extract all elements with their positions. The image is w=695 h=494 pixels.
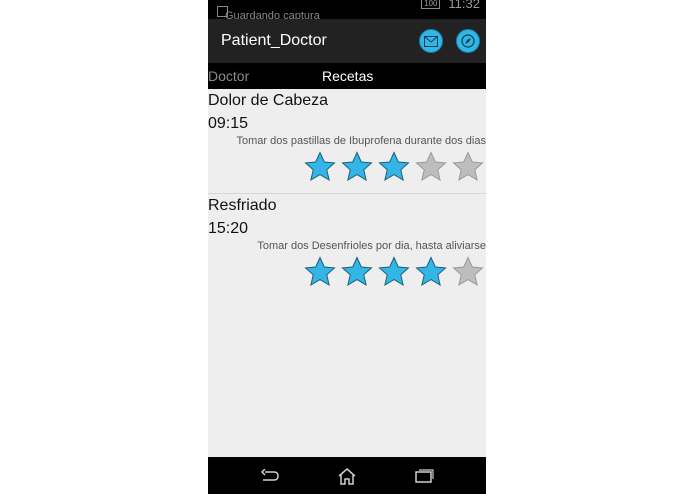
back-icon[interactable] <box>258 465 282 487</box>
status-right: 100 11:32 <box>421 0 480 11</box>
star-empty-icon[interactable] <box>452 256 484 288</box>
tab-doctor[interactable]: Doctor <box>208 68 249 84</box>
rating-bar[interactable] <box>304 256 484 288</box>
star-empty-icon[interactable] <box>452 151 484 183</box>
star-filled-icon[interactable] <box>304 151 336 183</box>
status-bar: Guardando captura 100 11:32 <box>208 0 486 22</box>
tab-bar: Doctor Recetas <box>208 63 486 89</box>
prescription-description: Tomar dos pastillas de Ibuprofena durant… <box>236 135 487 147</box>
star-filled-icon[interactable] <box>341 256 373 288</box>
mail-icon[interactable] <box>419 29 443 53</box>
recent-apps-icon[interactable] <box>412 465 436 487</box>
star-filled-icon[interactable] <box>378 151 410 183</box>
list-item[interactable]: Dolor de Cabeza 09:15 Tomar dos pastilla… <box>208 89 486 193</box>
compass-icon[interactable] <box>456 29 480 53</box>
star-filled-icon[interactable] <box>304 256 336 288</box>
star-filled-icon[interactable] <box>415 256 447 288</box>
navigation-bar <box>208 457 486 494</box>
phone-screen: Guardando captura 100 11:32 Patient_Doct… <box>208 0 486 494</box>
star-filled-icon[interactable] <box>341 151 373 183</box>
prescription-time: 09:15 <box>208 115 249 132</box>
prescription-time: 15:20 <box>208 220 249 237</box>
prescription-name: Resfriado <box>208 197 277 214</box>
star-filled-icon[interactable] <box>378 256 410 288</box>
action-bar: Patient_Doctor <box>208 19 486 63</box>
rating-bar[interactable] <box>304 151 484 183</box>
status-time: 11:32 <box>448 0 480 11</box>
app-title: Patient_Doctor <box>221 32 327 49</box>
prescription-list: Dolor de Cabeza 09:15 Tomar dos pastilla… <box>208 89 486 298</box>
list-item[interactable]: Resfriado 15:20 Tomar dos Desenfrioles p… <box>208 193 486 298</box>
battery-icon: 100 <box>421 0 441 9</box>
star-empty-icon[interactable] <box>415 151 447 183</box>
tab-recetas[interactable]: Recetas <box>322 68 373 84</box>
home-icon[interactable] <box>335 465 359 487</box>
prescription-name: Dolor de Cabeza <box>208 92 329 109</box>
prescription-description: Tomar dos Desenfrioles por dia, hasta al… <box>257 240 486 252</box>
